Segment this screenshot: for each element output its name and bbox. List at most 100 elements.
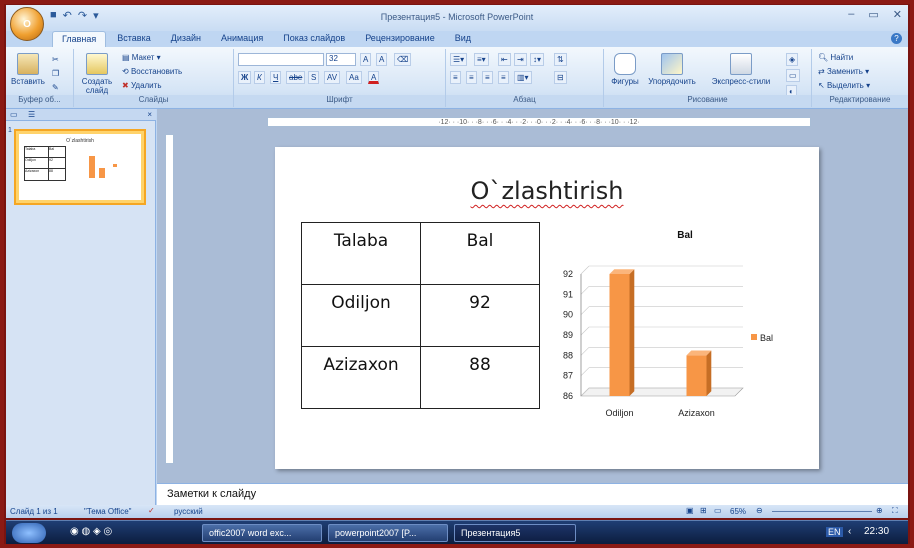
slide-thumbnail[interactable]: O`zlashtirish Talaba Bal Odiljon 92 Azizax… [14, 129, 146, 205]
increase-indent-icon[interactable]: ⇥ [514, 53, 527, 66]
align-center-icon[interactable]: ≡ [466, 71, 477, 84]
table-header-cell[interactable]: Talaba [301, 222, 421, 285]
tab-slide-show[interactable]: Показ слайдов [274, 31, 354, 47]
font-color-button[interactable]: A [368, 71, 380, 84]
align-right-icon[interactable]: ≡ [482, 71, 493, 84]
title-bar: ■ ↶ ↷ ▾ Презентация5 - Microsoft PowerPo… [6, 5, 908, 31]
character-spacing-button[interactable]: AV [324, 71, 341, 84]
thumbnail-cell: Talaba [25, 147, 49, 157]
zoom-slider[interactable] [772, 511, 872, 512]
sorter-view-icon[interactable]: ⊞ [700, 506, 707, 515]
slides-group-label: Слайды [74, 95, 233, 107]
quick-styles-label: Экспресс-стили [711, 77, 771, 86]
new-slide-button[interactable]: Создать слайд [78, 53, 116, 95]
tab-review[interactable]: Рецензирование [356, 31, 444, 47]
layout-label: Макет [131, 53, 155, 62]
shrink-font-button[interactable]: A [376, 53, 388, 66]
reset-button[interactable]: ⟲ Восстановить [122, 67, 182, 76]
numbering-icon[interactable]: ≡▾ [474, 53, 489, 66]
tab-home[interactable]: Главная [52, 31, 107, 47]
tab-animations[interactable]: Анимация [212, 31, 272, 47]
quick-launch-icons[interactable]: ◉ ◍ ◈ ◎ [70, 526, 112, 537]
arrange-button[interactable]: Упорядочить [646, 53, 698, 86]
font-name-input[interactable] [238, 53, 324, 66]
tab-insert[interactable]: Вставка [108, 31, 159, 47]
taskbar-item-presentation5[interactable]: Презентация5 [454, 524, 576, 542]
clock: 22:30 [864, 526, 890, 537]
table-cell[interactable]: 92 [420, 284, 540, 347]
replace-button[interactable]: ⇄ Заменить ▾ [818, 67, 869, 76]
justify-icon[interactable]: ≡ [498, 71, 509, 84]
delete-slide-button[interactable]: ✖ Удалить [122, 81, 161, 90]
bar-front [609, 274, 630, 396]
table-row: Azizaxon 88 [301, 346, 540, 409]
slide-table[interactable]: Talaba Bal Odiljon 92 Azizaxon 88 [301, 222, 540, 409]
text-direction-icon[interactable]: ⇅ [554, 53, 567, 66]
format-painter-icon[interactable]: ✎ [52, 83, 59, 92]
decrease-indent-icon[interactable]: ⇤ [498, 53, 511, 66]
italic-button[interactable]: К [254, 71, 265, 84]
language-indicator[interactable]: EN [826, 527, 843, 537]
ribbon-tabs: Главная Вставка Дизайн Анимация Показ сл… [52, 31, 480, 47]
tab-design[interactable]: Дизайн [162, 31, 210, 47]
bold-button[interactable]: Ж [238, 71, 252, 84]
copy-icon[interactable]: ❐ [52, 69, 59, 78]
clear-formatting-icon[interactable]: ⌫ [394, 53, 412, 66]
underline-button[interactable]: Ч [270, 71, 282, 84]
table-cell[interactable]: Odiljon [301, 284, 421, 347]
tab-view[interactable]: Вид [446, 31, 480, 47]
office-button[interactable]: O [10, 7, 44, 41]
layout-button[interactable]: ▤ Макет ▾ [122, 53, 161, 62]
cut-icon[interactable]: ✂ [52, 55, 59, 64]
reset-label: Восстановить [130, 67, 183, 76]
change-case-button[interactable]: Aa [346, 71, 362, 84]
slideshow-view-icon[interactable]: ▭ [714, 506, 722, 515]
table-cell[interactable]: Azizaxon [301, 346, 421, 409]
shape-fill-icon[interactable]: ◈ [786, 53, 799, 66]
zoom-in-icon[interactable]: ⊕ [876, 506, 883, 515]
shapes-button[interactable]: Фигуры [608, 53, 642, 86]
slide-canvas[interactable]: O`zlashtirish Talaba Bal Odiljon 92 Azizax… [275, 147, 819, 469]
grow-font-button[interactable]: A [360, 53, 372, 66]
paste-button[interactable]: Вставить [10, 53, 46, 86]
slide-title[interactable]: O`zlashtirish [275, 177, 819, 205]
shape-outline-icon[interactable]: ▭ [786, 69, 800, 82]
spelling-icon[interactable]: ✓ [148, 506, 155, 515]
slides-tab-icon[interactable]: ▭ [10, 110, 18, 119]
find-button[interactable]: 🔍︎ Найти [818, 53, 853, 62]
shadow-button[interactable]: S [308, 71, 320, 84]
thumbnail-cell: Odiljon [25, 158, 49, 168]
help-icon[interactable]: ? [891, 33, 902, 44]
outline-tab-icon[interactable]: ☰ [28, 110, 35, 119]
columns-icon[interactable]: ▥▾ [514, 71, 532, 84]
start-button[interactable] [12, 523, 46, 543]
table-header-cell[interactable]: Bal [420, 222, 540, 285]
zoom-out-icon[interactable]: ⊖ [756, 506, 763, 515]
shapes-icon [614, 53, 636, 75]
tray-arrow-icon[interactable]: ‹ [848, 526, 851, 537]
strikethrough-button[interactable]: abe [286, 71, 306, 84]
quick-styles-button[interactable]: Экспресс-стили [700, 53, 782, 86]
fit-window-icon[interactable]: ⛶ [892, 506, 898, 516]
window-title: Презентация5 - Microsoft PowerPoint [380, 12, 534, 22]
new-slide-label: Создать слайд [81, 77, 113, 95]
font-size-input[interactable]: 32 [326, 53, 356, 66]
close-button[interactable]: ✕ [893, 8, 902, 21]
maximize-button[interactable]: ▭ [868, 8, 878, 21]
bar-chart[interactable]: Bal 86 87 88 89 90 91 92 Odiljon Azizaxon Bal [545, 222, 805, 442]
align-text-icon[interactable]: ⊟ [554, 71, 567, 84]
thumbnail-cell: Azizaxon [25, 169, 49, 180]
notes-pane[interactable]: Заметки к слайду [157, 483, 908, 505]
line-spacing-icon[interactable]: ↕▾ [530, 53, 545, 66]
normal-view-icon[interactable]: ▣ [686, 506, 694, 515]
close-pane-icon[interactable]: × [147, 110, 152, 119]
chart-floor [580, 387, 744, 397]
select-button[interactable]: ↖ Выделить ▾ [818, 81, 870, 90]
zoom-level[interactable]: 65% [730, 507, 746, 516]
taskbar-item-powerpoint2007[interactable]: powerpoint2007 [P... [328, 524, 448, 542]
taskbar-item-word[interactable]: offic2007 word exc... [202, 524, 322, 542]
table-cell[interactable]: 88 [420, 346, 540, 409]
minimize-button[interactable]: – [848, 8, 854, 21]
bullets-icon[interactable]: ☰▾ [450, 53, 468, 66]
align-left-icon[interactable]: ≡ [450, 71, 461, 84]
